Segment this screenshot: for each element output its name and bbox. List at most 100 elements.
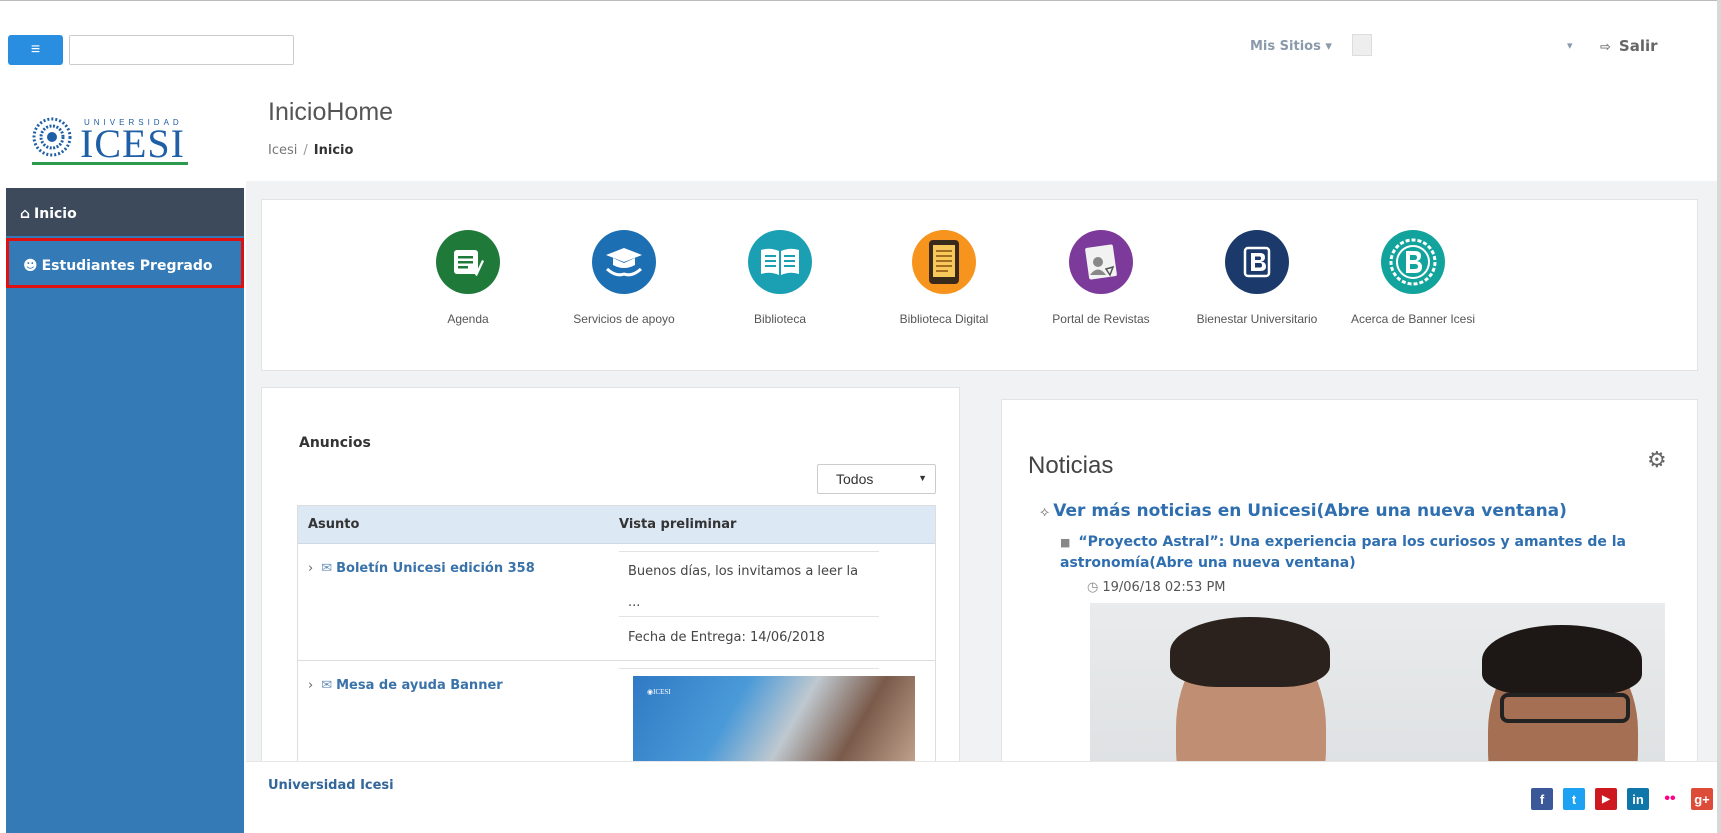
googleplus-icon[interactable]: g+ [1691,788,1713,810]
news-item-icon: ■ [1060,536,1071,549]
bienestar-icon [1225,230,1289,294]
linkedin-icon[interactable]: in [1627,788,1649,810]
scrollbar[interactable] [1717,0,1721,833]
announcement-subject-text: Mesa de ayuda Banner [336,678,503,693]
table-header: Asunto Vista preliminar [298,506,935,544]
envelope-icon: ✉ [321,678,333,693]
announcement-thumbnail[interactable]: ◉ICESI [633,676,915,761]
news-title: Noticias [1028,452,1114,479]
user-menu-caret[interactable]: ▾ [1567,39,1573,52]
photo-hair-left [1170,617,1330,687]
app-label: Bienestar Universitario [1196,312,1318,326]
sidebar-item-inicio[interactable]: ⌂ Inicio [6,188,244,236]
youtube-icon[interactable]: ▶ [1595,788,1617,810]
preview-divider [619,551,879,552]
app-label: Servicios de apoyo [573,312,675,326]
breadcrumb-current: Inicio [313,143,354,158]
graduation-cap-icon [592,230,656,294]
announcement-subject-link[interactable]: › ✉ Mesa de ayuda Banner [308,678,503,693]
app-label: Portal de Revistas [1052,312,1150,326]
breadcrumb-root-link[interactable]: Icesi [268,143,297,158]
gear-icon[interactable]: ⚙ [1647,448,1667,473]
top-bar: ≡ Mis Sitios ▾ ▾ ⇨ Salir [0,0,1721,96]
more-news-text: Ver más noticias en Unicesi(Abre una nue… [1053,501,1567,521]
hamburger-icon: ≡ [30,41,41,58]
news-item-link[interactable]: ■ “Proyecto Astral”: Una experiencia para… [1060,532,1660,573]
filter-selected-value: Todos [836,471,874,487]
home-icon: ⌂ [20,206,31,222]
chevron-right-icon: › [308,561,314,576]
app-biblioteca[interactable]: Biblioteca [705,230,855,326]
user-avatar[interactable] [1352,34,1372,56]
flickr-icon[interactable]: •• [1659,788,1681,810]
news-item-title: “Proyecto Astral”: Una experiencia para … [1060,534,1627,571]
logo-underline [32,162,188,165]
app-portal-de-revistas[interactable]: Portal de Revistas [1026,230,1176,326]
clock-icon: ◷ [1087,580,1099,595]
page-title: InicioHome [268,98,394,126]
logo-mark-icon [32,117,72,157]
twitter-icon[interactable]: t [1563,788,1585,810]
table-row[interactable]: › ✉ Mesa de ayuda Banner ◉ICESI [298,661,935,761]
announcements-title: Anuncios [299,435,371,451]
breadcrumb: Icesi / Inicio [268,143,353,158]
book-icon [748,230,812,294]
news-photo[interactable] [1090,603,1665,761]
envelope-icon: ✉ [321,561,333,576]
app-acerca-de-banner-icesi[interactable]: Acerca de Banner Icesi [1338,230,1488,326]
journal-icon [1069,230,1133,294]
photo-glasses [1500,693,1630,723]
column-header-asunto: Asunto [308,517,360,532]
logout-button[interactable]: ⇨ Salir [1600,37,1658,55]
app-label: Biblioteca Digital [899,312,989,326]
thumbnail-logo-icon: ◉ICESI [647,688,671,696]
news-date-text: 19/06/18 02:53 PM [1102,580,1226,595]
more-news-link[interactable]: ⟡ Ver más noticias en Unicesi(Abre una nu… [1040,501,1567,521]
photo-hair-right [1482,625,1642,695]
search-input[interactable] [69,35,294,65]
footer-org-name: Universidad Icesi [268,778,394,793]
tag-icon: ⟡ [1040,504,1050,520]
footer: Universidad Icesi f t ▶ in •• g+ [246,761,1721,833]
mis-sitios-dropdown[interactable]: Mis Sitios ▾ [1250,39,1332,54]
announcements-filter-select[interactable]: Todos ▼ [817,464,936,494]
table-row[interactable]: › ✉ Boletín Unicesi edición 358 Buenos día… [298,544,935,661]
preview-divider [619,616,879,617]
app-label: Biblioteca [753,312,807,326]
chevron-down-icon: ▼ [918,473,927,483]
sidebar-item-estudiantes-pregrado[interactable]: ☻ Estudiantes Pregrado [6,238,244,288]
main-content: Agenda Servicios de apoyo Biblioteca Bib… [246,181,1721,761]
agenda-icon [436,230,500,294]
logout-icon: ⇨ [1600,40,1611,55]
banner-icon [1381,230,1445,294]
icesi-logo[interactable]: UNIVERSIDAD ICESI [32,112,188,165]
tablet-icon [912,230,976,294]
announcement-preview: Buenos días, los invitamos a leer la [628,564,859,579]
app-agenda[interactable]: Agenda [393,230,543,326]
breadcrumb-separator: / [303,143,308,158]
logout-label: Salir [1618,37,1658,55]
students-icon: ☻ [23,258,38,274]
announcement-preview-ellipsis: ... [628,595,641,610]
announcements-panel: Anuncios Todos ▼ Asunto Vista preliminar… [261,387,960,761]
sidebar-item-label: Estudiantes Pregrado [41,258,213,274]
news-item-date: ◷ 19/06/18 02:53 PM [1087,580,1226,595]
app-servicios-de-apoyo[interactable]: Servicios de apoyo [549,230,699,326]
news-panel: Noticias ⚙ ⟡ Ver más noticias en Unicesi(… [1001,399,1698,761]
menu-button[interactable]: ≡ [8,35,63,65]
app-label: Agenda [447,312,489,326]
app-biblioteca-digital[interactable]: Biblioteca Digital [869,230,1019,326]
announcement-due-date: Fecha de Entrega: 14/06/2018 [628,630,825,645]
app-bienestar-universitario[interactable]: Bienestar Universitario [1182,230,1332,326]
announcements-table: Asunto Vista preliminar › ✉ Boletín Unices… [297,505,936,761]
sidebar-item-label: Inicio [34,206,77,222]
app-label: Acerca de Banner Icesi [1350,312,1476,326]
facebook-icon[interactable]: f [1531,788,1553,810]
column-header-vista-preliminar: Vista preliminar [619,517,737,532]
announcement-subject-text: Boletín Unicesi edición 358 [336,561,535,576]
sidebar: ⌂ Inicio ☻ Estudiantes Pregrado [6,188,244,833]
announcement-subject-link[interactable]: › ✉ Boletín Unicesi edición 358 [308,561,535,576]
apps-panel: Agenda Servicios de apoyo Biblioteca Bib… [261,199,1698,371]
chevron-right-icon: › [308,678,314,693]
preview-divider [619,668,879,669]
